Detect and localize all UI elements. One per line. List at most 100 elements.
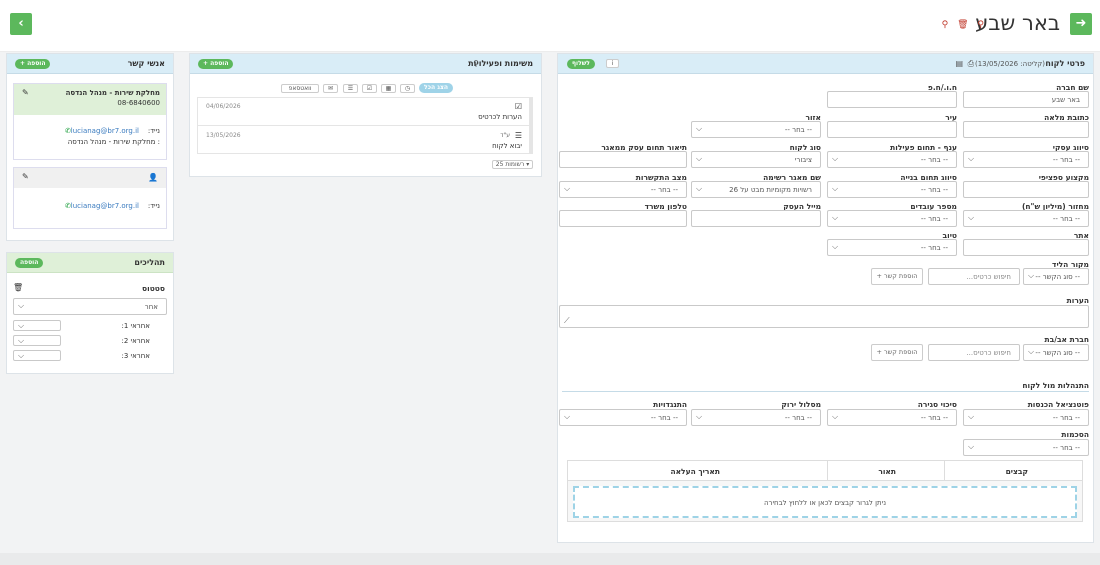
processes-add-button[interactable]: הוספה [15, 258, 44, 268]
task-text: יבוא לקוח [492, 142, 522, 150]
biz-desc-input[interactable] [559, 151, 687, 168]
agreements-select[interactable]: -- בחר -- ⌵ [963, 439, 1089, 456]
opposition-select[interactable]: -- בחר -- ⌵ [559, 409, 687, 426]
col-divider [944, 461, 945, 481]
info-icon[interactable]: i [606, 59, 619, 68]
green-track-label: מסלול ירוק [781, 400, 821, 409]
resp2-label: אחראי 2: [121, 337, 150, 345]
dropzone-text: ניתן לגרור קבצים לכאן או ללחוץ לבחירה [763, 499, 887, 507]
details-title: פרטי לקוח [1045, 59, 1085, 68]
resp2-select[interactable]: ⌵ [13, 335, 61, 346]
db-name-select[interactable]: רשויות מקומיות מבט על 26 ⌵ [691, 181, 821, 198]
region-select[interactable]: -- בחר -- ⌵ [691, 121, 821, 138]
task-sub: ע"ד [500, 132, 510, 139]
biz-class-select[interactable]: -- בחר -- ⌵ [963, 151, 1089, 168]
chevron-down-icon: ⌵ [696, 124, 703, 133]
status-label: סטטוס [142, 284, 165, 293]
notes-label: הערות [1066, 296, 1089, 305]
tasks-add-button[interactable]: + הוספה [198, 59, 234, 69]
contact-state-select[interactable]: -- בחר -- ⌵ [559, 181, 687, 198]
edit-icon[interactable]: ✎ [22, 172, 29, 181]
trash-icon[interactable]: 🗑 [13, 283, 23, 292]
contacts-title: אנשי קשר [127, 59, 165, 68]
tasks-list: 04/06/2026 ☑ הערות לכרטיס 13/05/2026 ☰ ע… [197, 97, 533, 154]
archive-button[interactable]: לשלוף [567, 59, 595, 69]
turnover-select[interactable]: -- בחר -- ⌵ [963, 210, 1089, 227]
edit-icon[interactable]: ✎ [22, 88, 29, 97]
list-item[interactable]: 04/06/2026 ☑ הערות לכרטיס [198, 98, 529, 126]
task-text: הערות לכרטיס [478, 113, 522, 121]
contact-card[interactable]: 👤 ✎ נייד: lucianag@br7.org.il ✆ [13, 167, 167, 229]
whatsapp-icon[interactable]: ✆ [65, 202, 71, 210]
quality-select[interactable]: -- בחר -- ⌵ [827, 239, 957, 256]
search-icon[interactable]: ⚲ [473, 59, 479, 68]
contact-dept: : מחלקת שירות - מנהל הנדסה [67, 138, 160, 146]
employer-email-input[interactable] [691, 210, 821, 227]
city-input[interactable] [827, 121, 957, 138]
parent-add-link-button[interactable]: + הוספת קשר [871, 344, 923, 361]
sign-out-icon: ➜ [1075, 16, 1087, 31]
status-select[interactable]: אחר ⌵ [13, 298, 167, 315]
chevron-left-icon: ‹ [18, 16, 24, 31]
checkbox-icon: ☑ [514, 102, 522, 111]
address-input[interactable] [963, 121, 1089, 138]
whatsapp-icon[interactable]: ✆ [65, 127, 71, 135]
parent-label: חברת אב/בת [1044, 335, 1089, 344]
office-phone-input[interactable] [559, 210, 687, 227]
list-icon[interactable]: ☰ [343, 84, 358, 93]
page-size-select[interactable]: 25 רשומות ▾ [492, 160, 533, 169]
envelope-icon[interactable]: ✉ [323, 84, 338, 93]
task-date: 13/05/2026 [206, 132, 241, 139]
parent-search-input[interactable]: חיפוש כרטיס... [928, 344, 1020, 361]
mobile-label: נייד: [147, 202, 160, 210]
title-actions[interactable]: ⚲ 🗑 ⚲ [942, 20, 987, 30]
notes-textarea[interactable]: ⟋ [559, 305, 1089, 328]
whatsapp-button[interactable]: וואטסאפ [281, 84, 319, 93]
processes-header: תהליכים הוספה [7, 253, 173, 273]
scrollbar[interactable] [529, 98, 532, 153]
col-desc: תאור [878, 467, 896, 476]
cust-type-select[interactable]: ציבורי ⌵ [691, 151, 821, 168]
closing-select[interactable]: -- בחר -- ⌵ [827, 409, 957, 426]
lead-type-select[interactable]: -- סוג הקשר -- ⌵ [1023, 268, 1089, 285]
lead-add-link-button[interactable]: + הוספת קשר [871, 268, 923, 285]
specialty-input[interactable] [963, 181, 1089, 198]
print-icon[interactable]: ⎙ [968, 59, 974, 69]
exit-button[interactable]: ➜ [1070, 13, 1092, 35]
build-class-select[interactable]: -- בחר -- ⌵ [827, 181, 957, 198]
resp3-select[interactable]: ⌵ [13, 350, 61, 361]
resp3-label: אחראי 3: [121, 352, 150, 360]
contact-email[interactable]: lucianag@br7.org.il [71, 202, 139, 210]
user-icon: 👤 [148, 173, 158, 182]
task-date: 04/06/2026 [206, 103, 241, 110]
clock-icon[interactable]: ◷ [400, 84, 415, 93]
folder-icon[interactable]: ▤ [955, 59, 963, 68]
resp1-select[interactable]: ⌵ [13, 320, 61, 331]
contact-email[interactable]: lucianag@br7.org.il [71, 127, 139, 135]
company-input[interactable]: באר שבע [963, 91, 1089, 108]
contacts-add-button[interactable]: + הוספה [15, 59, 51, 69]
employees-select[interactable]: -- בחר -- ⌵ [827, 210, 957, 227]
section-divider [562, 391, 1089, 392]
back-button[interactable]: ‹ [10, 13, 32, 35]
footer-bar [0, 553, 1100, 565]
income-select[interactable]: -- בחר -- ⌵ [963, 409, 1089, 426]
list-item[interactable]: 13/05/2026 ☰ ע"ד יבוא לקוח [198, 127, 529, 153]
page-title: באר שבע [975, 11, 1060, 35]
id-input[interactable] [827, 91, 957, 108]
files-table-header: קבצים תאור תאריך העלאה [568, 461, 1082, 481]
checkbox-icon[interactable]: ☑ [362, 84, 377, 93]
branch-select[interactable]: -- בחר -- ⌵ [827, 151, 957, 168]
customer-details-panel: פרטי לקוח (קליטה: 13/05/2026) ⎙ ▤ i לשלו… [557, 53, 1094, 543]
show-all-filter[interactable]: הצג הכל [419, 83, 453, 93]
contacts-panel: אנשי קשר + הוספה מחלקת שירות - מנהל הנדס… [6, 53, 174, 241]
calendar-icon[interactable]: ▦ [381, 84, 396, 93]
col-date: תאריך העלאה [670, 467, 720, 476]
file-dropzone[interactable]: ניתן לגרור קבצים לכאן או ללחוץ לבחירה [573, 486, 1077, 518]
contact-phone: 08-6840600 [117, 99, 160, 107]
site-input[interactable] [963, 239, 1089, 256]
green-track-select[interactable]: -- בחר -- ⌵ [691, 409, 821, 426]
contact-card[interactable]: מחלקת שירות - מנהל הנדסה 08-6840600 ✎ ני… [13, 83, 167, 160]
parent-type-select[interactable]: -- סוג הקשר -- ⌵ [1023, 344, 1089, 361]
lead-search-input[interactable]: חיפוש כרטיס... [928, 268, 1020, 285]
